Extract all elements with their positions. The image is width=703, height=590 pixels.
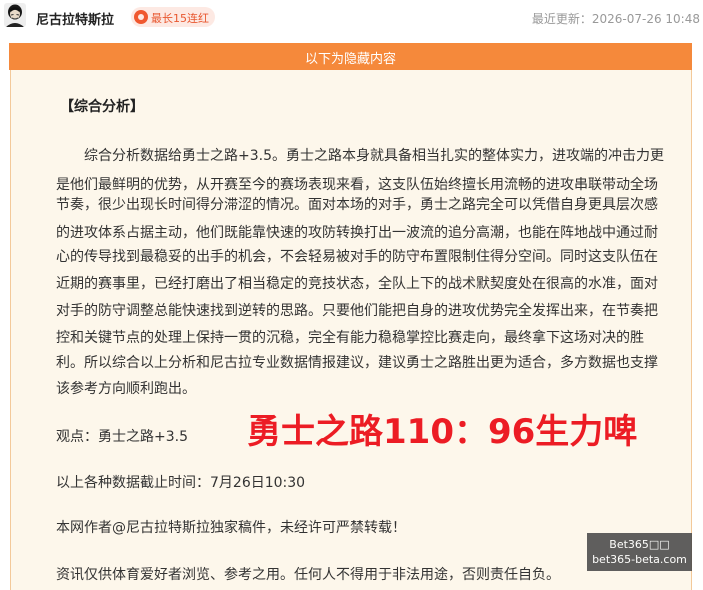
flame-icon bbox=[134, 10, 148, 24]
paragraph-line: 近期的赛事里，已经打磨出了相当稳定的竞技状态，全队上下的战术默契度处在很高的水准… bbox=[56, 276, 658, 292]
paragraph-line: 对手的防守调整总能快速找到逆转的思路。只要他们能把自身的进攻优势完全发挥出来，在… bbox=[56, 303, 658, 319]
article-header: 尼古拉特斯拉 最长15连红 最近更新：2026-07-26 10:48 bbox=[0, 0, 703, 36]
hidden-content-banner-text: 以下为隐藏内容 bbox=[304, 52, 396, 67]
paragraph-line: 该参考方向顺利跑出。 bbox=[56, 381, 196, 397]
author-avatar[interactable] bbox=[4, 3, 26, 27]
paragraph-line: 是他们最鲜明的优势，从开赛至今的赛场表现来看，这支队伍始终擅长用流畅的进攻串联带… bbox=[56, 177, 658, 193]
streak-badge-label: 最长15连红 bbox=[151, 12, 209, 25]
paragraph-line: 利。所以综合以上分析和尼古拉专业数据情报建议，建议勇士之路胜出更为适合，多方数据… bbox=[56, 355, 658, 371]
streak-badge: 最长15连红 bbox=[131, 7, 215, 27]
paragraph-line: 控和关键节点的处理上保持一贯的沉稳，完全有能力稳稳掌控比赛走向，最终拿下这场对决… bbox=[56, 330, 644, 346]
site-watermark: Bet365□□ bet365-beta.com bbox=[587, 533, 692, 571]
last-updated: 最近更新：2026-07-26 10:48 bbox=[531, 12, 700, 26]
data-cutoff-time: 以上各种数据截止时间：7月26日10:30 bbox=[56, 475, 306, 491]
paragraph-line: 节奏，很少出现长时间得分滞涩的情况。面对本场的对手，勇士之路完全可以凭借自身更具… bbox=[56, 197, 658, 213]
viewpoint: 观点：勇士之路+3.5 bbox=[56, 429, 188, 445]
paragraph-line: 的进攻体系占据主动，他们既能靠快速的攻防转换打出一波流的追分高潮，也能在阵地战中… bbox=[56, 225, 658, 241]
hidden-content-banner: 以下为隐藏内容 bbox=[9, 43, 692, 70]
copyright-notice: 本网作者@尼古拉特斯拉独家稿件，未经许可严禁转载！ bbox=[56, 520, 406, 536]
section-title: 【综合分析】 bbox=[60, 99, 144, 115]
watermark-line-2: bet365-beta.com bbox=[592, 553, 687, 566]
paragraph-line: 综合分析数据给勇士之路+3.5。勇士之路本身就具备相当扎实的整体实力，进攻端的冲… bbox=[84, 148, 664, 164]
watermark-line-1: Bet365□□ bbox=[609, 538, 670, 551]
score-overlay: 勇士之路110：96生力啤 bbox=[247, 412, 638, 452]
author-name[interactable]: 尼古拉特斯拉 bbox=[36, 9, 114, 28]
disclaimer: 资讯仅供体育爱好者浏览、参考之用。任何人不得用于非法用途，否则责任自负。 bbox=[56, 567, 560, 583]
paragraph-line: 心的传导找到最稳妥的出手的机会，不会轻易被对手的防守布置限制住得分空间。同时这支… bbox=[56, 249, 658, 265]
